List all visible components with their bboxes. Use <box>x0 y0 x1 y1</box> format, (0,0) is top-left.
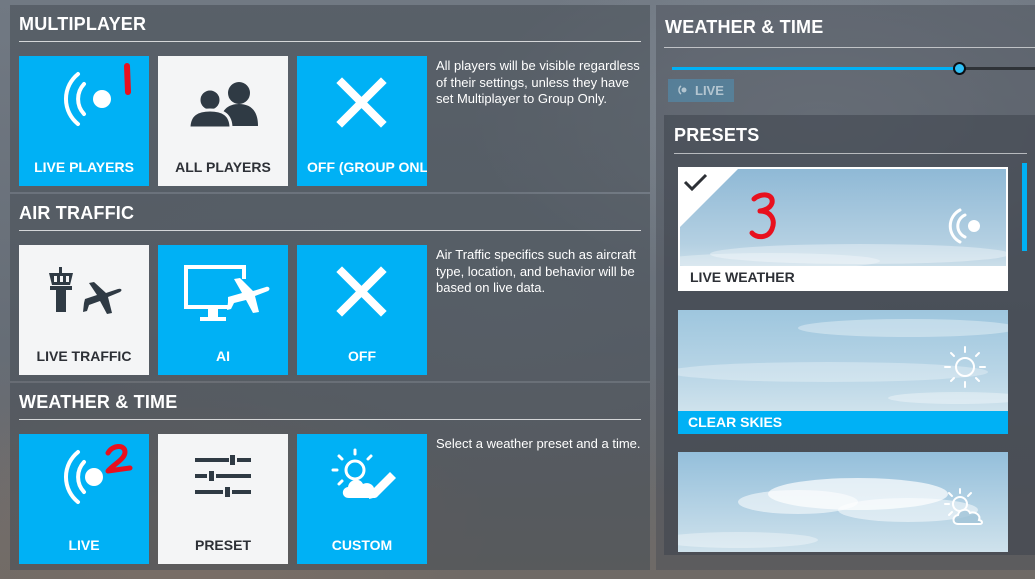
live-button[interactable]: LIVE <box>668 79 734 102</box>
slider-thumb[interactable] <box>953 62 966 75</box>
panel-divider <box>664 47 1035 48</box>
presets-divider <box>674 153 1027 154</box>
air-traffic-section: AIR TRAFFIC LIVE TRAFFIC AI OFF Air Traf… <box>10 194 650 381</box>
panel-title-weather-time: WEATHER & TIME <box>665 17 824 37</box>
multiplayer-description: All players will be visible regardless o… <box>436 58 640 106</box>
live-broadcast-icon <box>948 208 980 244</box>
option-weather-live[interactable]: LIVE <box>19 434 149 564</box>
preset-label: LIVE WEATHER <box>680 266 1006 289</box>
section-title-weather-time: WEATHER & TIME <box>19 392 178 412</box>
section-divider <box>19 230 641 231</box>
option-off-group-only[interactable]: OFF (GROUP ONLY) <box>297 56 427 186</box>
option-all-players[interactable]: ALL PLAYERS <box>158 56 288 186</box>
option-label: OFF (GROUP ONLY) <box>307 159 427 175</box>
preset-label: CLEAR SKIES <box>678 411 1008 434</box>
section-title-air-traffic: AIR TRAFFIC <box>19 203 135 223</box>
multiplayer-section: MULTIPLAYER LIVE PLAYERS ALL PLAYERS OFF… <box>10 5 650 192</box>
live-broadcast-icon <box>678 85 687 95</box>
weather-time-section: WEATHER & TIME LIVE PRESET CUSTOM Select… <box>10 383 650 570</box>
live-button-label: LIVE <box>695 83 724 98</box>
option-off[interactable]: OFF <box>297 245 427 375</box>
partly-cloudy-icon <box>944 488 983 525</box>
presets-title: PRESETS <box>674 125 760 145</box>
option-live-players[interactable]: LIVE PLAYERS <box>19 56 149 186</box>
option-ai[interactable]: AI <box>158 245 288 375</box>
time-slider[interactable] <box>672 62 1035 76</box>
option-label: OFF <box>348 348 376 364</box>
presets-scrollbar[interactable] <box>1022 163 1027 251</box>
section-divider <box>19 419 641 420</box>
option-live-traffic[interactable]: LIVE TRAFFIC <box>19 245 149 375</box>
option-label: LIVE TRAFFIC <box>36 348 132 364</box>
checkmark-icon <box>683 173 708 192</box>
annotation-mark-3 <box>749 192 776 240</box>
option-label: ALL PLAYERS <box>175 159 271 175</box>
preset-live-weather[interactable]: LIVE WEATHER <box>678 167 1008 291</box>
preset-partly-cloudy[interactable] <box>678 452 1008 552</box>
section-title-multiplayer: MULTIPLAYER <box>19 14 147 34</box>
section-divider <box>19 41 641 42</box>
option-weather-custom[interactable]: CUSTOM <box>297 434 427 564</box>
option-label: PRESET <box>194 537 251 553</box>
preset-clear-skies[interactable]: CLEAR SKIES <box>678 310 1008 434</box>
option-label: LIVE PLAYERS <box>34 159 134 175</box>
option-label: LIVE <box>68 537 100 553</box>
sun-icon <box>944 346 986 388</box>
slider-fill <box>672 67 959 70</box>
air-traffic-description: Air Traffic specifics such as aircraft t… <box>436 247 636 295</box>
option-weather-preset[interactable]: PRESET <box>158 434 288 564</box>
presets-panel: PRESETS LIVE WEATHER CLEAR SKIES <box>664 115 1035 555</box>
weather-time-description: Select a weather preset and a time. <box>436 436 641 451</box>
option-label: CUSTOM <box>331 537 393 553</box>
option-label: AI <box>216 348 230 364</box>
